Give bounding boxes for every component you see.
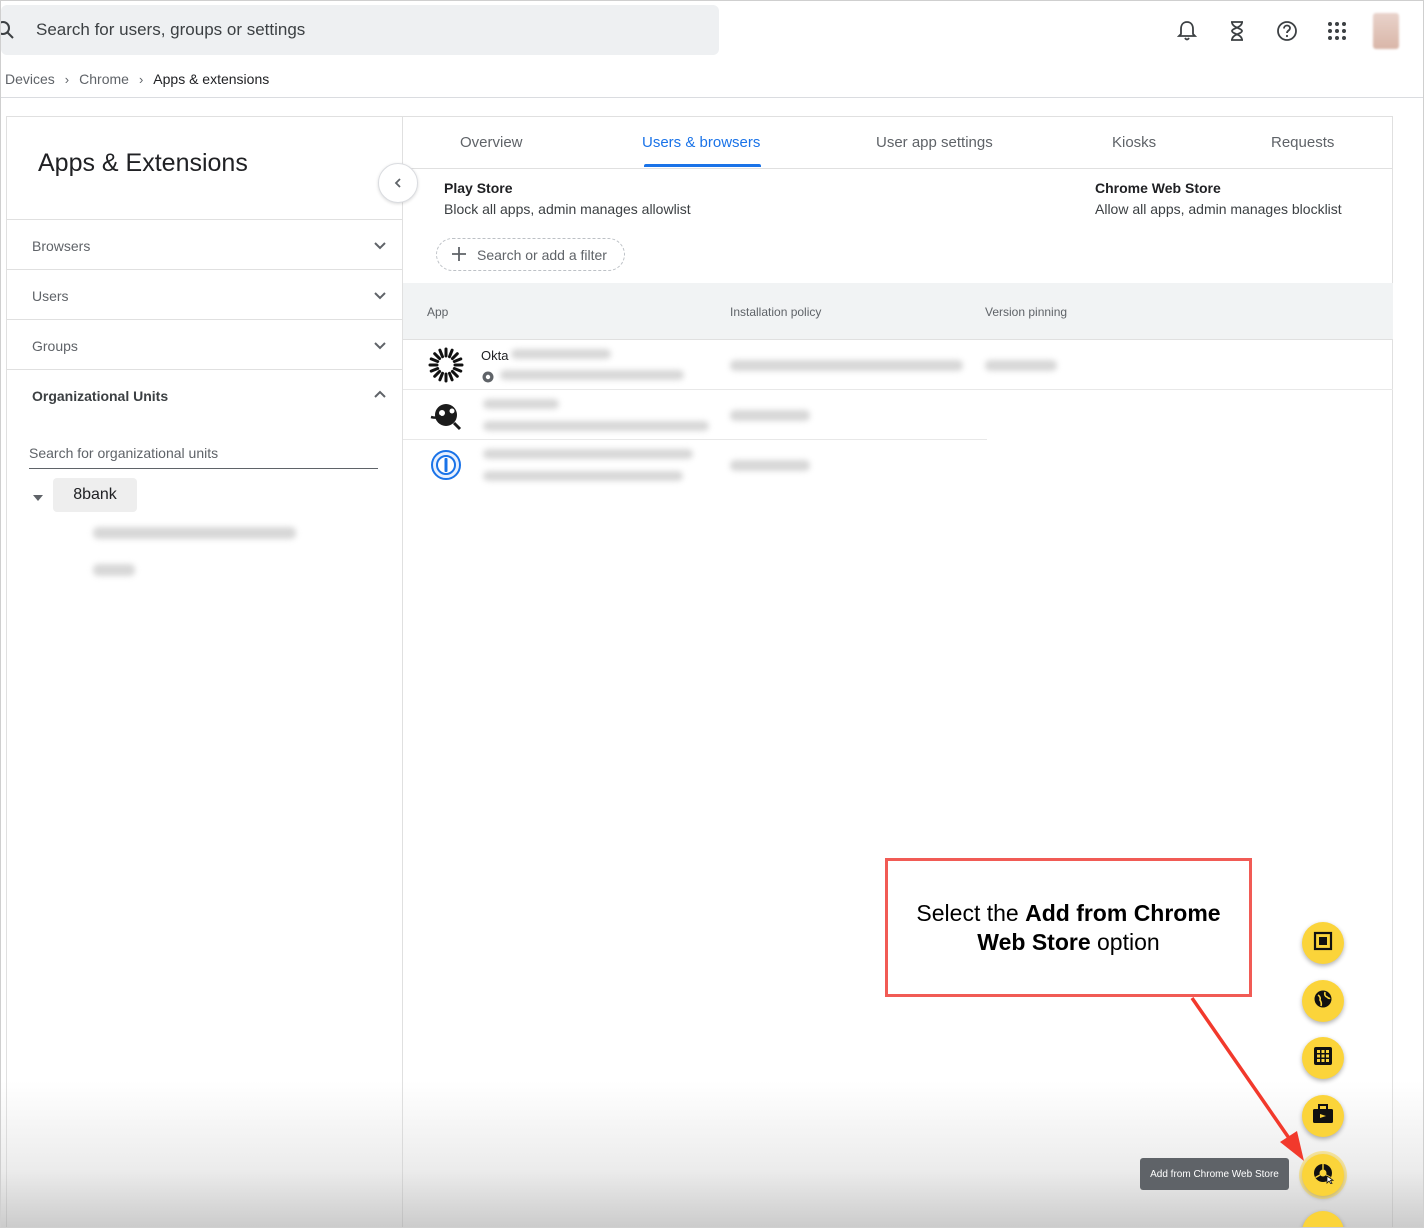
ou-search-placeholder: Search for organizational units bbox=[29, 445, 219, 461]
installation-policy-blurred bbox=[730, 360, 963, 371]
tab-requests[interactable]: Requests bbox=[1271, 134, 1334, 151]
version-pinning-blurred bbox=[985, 360, 1057, 371]
app-id-blurred bbox=[500, 370, 684, 380]
chevron-down-icon bbox=[372, 337, 388, 353]
chrome-web-store-policy: Allow all apps, admin manages blocklist bbox=[1095, 201, 1342, 217]
bell-icon[interactable] bbox=[1173, 17, 1201, 45]
org-unit-root[interactable]: 8bank bbox=[53, 478, 137, 512]
private-app-icon bbox=[1312, 1103, 1334, 1129]
chrome-icon bbox=[482, 370, 494, 388]
chrome-web-store-icon bbox=[1312, 1162, 1335, 1189]
tab-kiosks[interactable]: Kiosks bbox=[1112, 134, 1156, 151]
tab-bar: Overview Users & browsers User app setti… bbox=[403, 117, 1393, 169]
add-android-app-button[interactable] bbox=[1302, 922, 1344, 964]
web-app-icon bbox=[1313, 989, 1333, 1014]
tab-user-app-settings[interactable]: User app settings bbox=[876, 134, 993, 151]
grid-app-icon bbox=[1313, 1046, 1333, 1071]
okta-sunburst-icon bbox=[427, 346, 465, 384]
app-name: Okta bbox=[481, 348, 509, 363]
password-manager-icon bbox=[427, 446, 465, 484]
app-name-blurred bbox=[483, 399, 559, 409]
section-users[interactable]: Users bbox=[7, 269, 402, 319]
column-installation-policy[interactable]: Installation policy bbox=[730, 305, 821, 319]
section-label: Users bbox=[32, 288, 69, 304]
collapse-panel-button[interactable] bbox=[378, 163, 418, 203]
breadcrumb-chrome[interactable]: Chrome bbox=[79, 71, 129, 87]
android-app-icon bbox=[1313, 931, 1333, 956]
help-icon[interactable] bbox=[1273, 17, 1301, 45]
global-search-bar[interactable]: Search for users, groups or settings bbox=[1, 5, 719, 55]
play-store-title[interactable]: Play Store bbox=[444, 180, 512, 196]
section-groups[interactable]: Groups bbox=[7, 319, 402, 369]
play-store-policy: Block all apps, admin manages allowlist bbox=[444, 201, 691, 217]
active-tab-indicator bbox=[644, 164, 761, 167]
screen: Search for users, groups or settings Dev… bbox=[0, 0, 1424, 1228]
org-unit-child[interactable] bbox=[93, 527, 296, 539]
column-version-pinning[interactable]: Version pinning bbox=[985, 305, 1067, 319]
chevron-down-icon bbox=[372, 287, 388, 303]
chevron-down-icon bbox=[372, 237, 388, 253]
chevron-right-icon: › bbox=[138, 71, 144, 87]
section-browsers[interactable]: Browsers bbox=[7, 219, 402, 269]
app-id-blurred bbox=[483, 471, 683, 481]
tab-users-browsers[interactable]: Users & browsers bbox=[642, 134, 760, 151]
add-private-app-button[interactable] bbox=[1302, 1095, 1344, 1137]
breadcrumb: Devices › Chrome › Apps & extensions bbox=[5, 71, 269, 87]
section-label: Groups bbox=[32, 338, 78, 354]
top-toolbar bbox=[1173, 13, 1399, 49]
installation-policy-blurred bbox=[730, 410, 810, 421]
chrome-web-store-title[interactable]: Chrome Web Store bbox=[1095, 180, 1221, 196]
ou-search-input[interactable]: Search for organizational units bbox=[29, 443, 378, 469]
table-row[interactable] bbox=[403, 440, 1393, 490]
callout-suffix: option bbox=[1090, 928, 1160, 955]
extension-icon bbox=[427, 396, 465, 434]
app-name-blurred bbox=[483, 449, 693, 459]
table-row[interactable] bbox=[403, 390, 987, 440]
breadcrumb-devices[interactable]: Devices bbox=[5, 71, 55, 87]
app-id-blurred bbox=[483, 421, 709, 431]
apps-grid-icon[interactable] bbox=[1323, 17, 1351, 45]
add-from-chrome-web-store-button[interactable] bbox=[1302, 1154, 1344, 1196]
callout-prefix: Select the bbox=[916, 899, 1026, 926]
org-unit-child[interactable] bbox=[93, 564, 135, 576]
section-label: Browsers bbox=[32, 238, 91, 254]
section-label: Organizational Units bbox=[32, 388, 169, 404]
fab-tooltip: Add from Chrome Web Store bbox=[1140, 1158, 1289, 1190]
instruction-callout: Select the Add from Chrome Web Store opt… bbox=[885, 858, 1252, 997]
main-panel: Overview Users & browsers User app setti… bbox=[403, 116, 1393, 1227]
callout-text: Select the Add from Chrome Web Store opt… bbox=[906, 899, 1231, 957]
hourglass-icon[interactable] bbox=[1223, 17, 1251, 45]
add-web-app-button[interactable] bbox=[1302, 980, 1344, 1022]
section-organizational-units[interactable]: Organizational Units bbox=[7, 369, 402, 419]
search-icon bbox=[1, 20, 15, 40]
chevron-right-icon: › bbox=[64, 71, 70, 87]
header-divider bbox=[1, 97, 1423, 98]
table-header: App Installation policy Version pinning bbox=[403, 283, 1393, 340]
column-app[interactable]: App bbox=[427, 305, 448, 319]
filter-chip[interactable]: Search or add a filter bbox=[436, 238, 625, 271]
table-row[interactable]: Okta bbox=[403, 340, 1393, 390]
plus-icon bbox=[451, 246, 467, 262]
caret-down-icon[interactable] bbox=[32, 491, 44, 503]
installation-policy-blurred bbox=[730, 460, 810, 471]
add-custom-app-button[interactable] bbox=[1302, 1037, 1344, 1079]
avatar[interactable] bbox=[1373, 13, 1399, 49]
filter-label: Search or add a filter bbox=[477, 247, 607, 263]
breadcrumb-current: Apps & extensions bbox=[153, 71, 270, 87]
page-title: Apps & Extensions bbox=[38, 149, 248, 177]
global-search-input[interactable]: Search for users, groups or settings bbox=[36, 20, 305, 40]
chevron-up-icon bbox=[372, 387, 388, 403]
app-name-blurred bbox=[511, 349, 611, 359]
tab-overview[interactable]: Overview bbox=[460, 134, 523, 151]
left-panel: Apps & Extensions Browsers Users Groups … bbox=[6, 116, 403, 1227]
